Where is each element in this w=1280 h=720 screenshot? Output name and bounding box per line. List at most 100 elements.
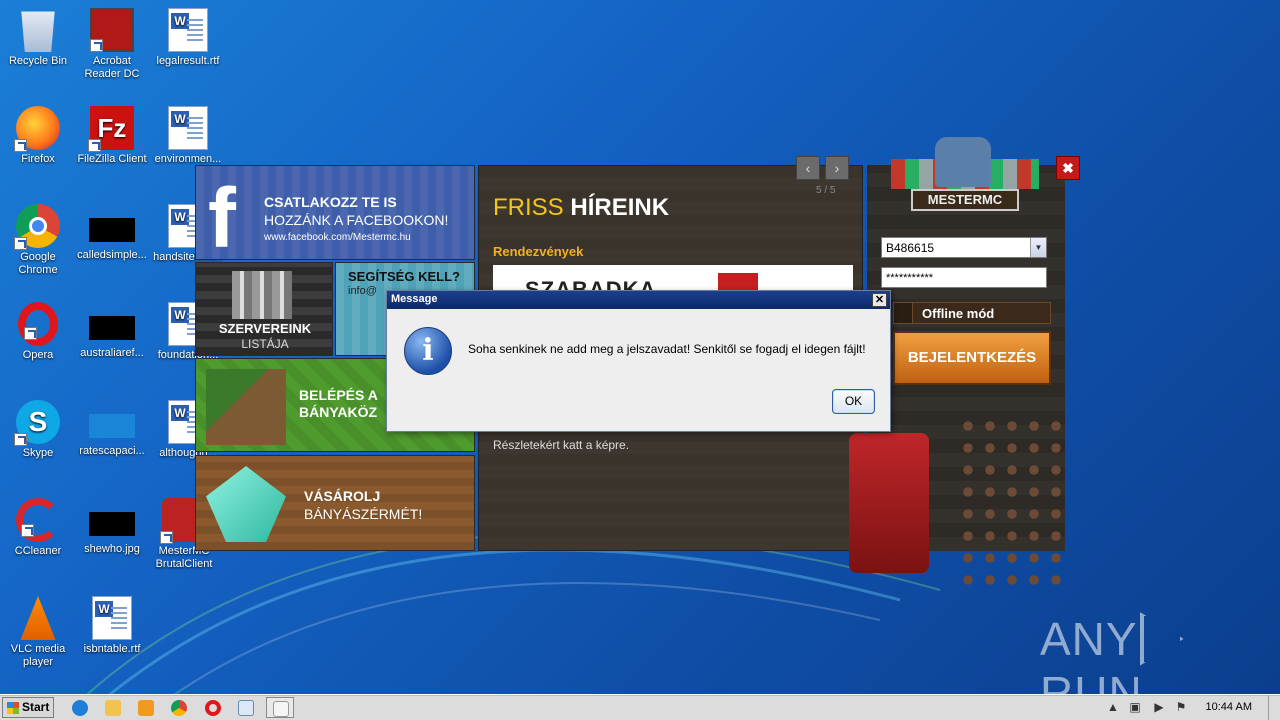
- show-desktop-button[interactable]: [1268, 695, 1280, 720]
- servers-tile-subtitle: LISTÁJA: [241, 337, 289, 351]
- windows-logo-icon: [7, 702, 19, 714]
- clock[interactable]: 10:44 AM: [1206, 701, 1252, 713]
- news-title: FRISS HÍREINK: [493, 194, 670, 221]
- acrobat-icon: [90, 8, 134, 52]
- chevron-right-icon[interactable]: ›: [825, 156, 849, 180]
- news-page-counter: 5 / 5: [816, 185, 836, 196]
- media-player-icon: [138, 700, 154, 716]
- desktop-icon-recycle-bin[interactable]: Recycle Bin: [0, 8, 76, 68]
- character-artwork: [849, 433, 929, 573]
- desktop-icon-filezilla[interactable]: Fz FileZilla Client: [74, 106, 150, 166]
- news-body-text: Részletekért katt a képre.: [493, 438, 630, 452]
- notepad-icon: [238, 700, 254, 716]
- dialog-title: Message: [391, 293, 438, 305]
- facebook-tile-title: CSATLAKOZZ TE IS: [264, 194, 397, 210]
- desktop-icon-isbntable[interactable]: W isbntable.rtf: [74, 596, 150, 656]
- login-panel: MESTERMC B486615 ▼ *********** Offline m…: [849, 137, 1067, 585]
- desktop-icon-ccleaner[interactable]: CCleaner: [0, 498, 76, 558]
- join-tile-title: BELÉPÉS A: [299, 387, 378, 403]
- opera-icon: [205, 700, 221, 716]
- image-thumbnail-icon: [89, 512, 135, 536]
- taskbar-notepad[interactable]: [232, 697, 260, 718]
- skype-icon: S: [14, 400, 60, 446]
- java-icon: [273, 701, 289, 717]
- dialog-message: Soha senkinek ne add meg a jelszavadat! …: [468, 342, 866, 356]
- desktop-icon-firefox[interactable]: Firefox: [0, 106, 76, 166]
- taskbar-internet-explorer[interactable]: [66, 697, 94, 718]
- taskbar-explorer[interactable]: [99, 697, 127, 718]
- chevron-up-icon[interactable]: ▲: [1106, 700, 1120, 714]
- volume-icon[interactable]: ▶: [1152, 700, 1166, 714]
- taskbar: Start ▲ ▣ ▶ ⚑ 10:44 AM: [0, 694, 1280, 720]
- chevron-left-icon[interactable]: ‹: [796, 156, 820, 180]
- close-icon[interactable]: ✖: [1056, 156, 1080, 180]
- file-thumbnail-icon: [89, 414, 135, 438]
- login-button[interactable]: BEJELENTKEZÉS: [893, 331, 1051, 385]
- word-document-icon: W: [168, 106, 208, 150]
- firefox-icon: [14, 106, 60, 152]
- username-select[interactable]: B486615 ▼: [881, 237, 1047, 258]
- servers-tile-title: SZERVEREINK: [218, 321, 312, 336]
- action-center-flag-icon[interactable]: ⚑: [1174, 700, 1188, 714]
- internet-explorer-icon: [72, 700, 88, 716]
- taskbar-chrome[interactable]: [165, 697, 193, 718]
- play-icon: [1139, 611, 1184, 666]
- anyrun-watermark: ANYRUN: [1040, 611, 1240, 719]
- news-category: Rendezvények: [493, 244, 584, 259]
- desktop-icon-shewho[interactable]: shewho.jpg: [74, 498, 150, 556]
- join-tile-subtitle: BÁNYAKÖZ: [299, 404, 378, 420]
- recycle-bin-icon: [21, 11, 55, 52]
- password-field[interactable]: ***********: [881, 267, 1047, 288]
- file-thumbnail-icon: [89, 316, 135, 340]
- system-tray: ▲ ▣ ▶ ⚑ 10:44 AM: [1102, 695, 1280, 720]
- facebook-icon: f: [208, 171, 236, 260]
- server-rack-icon: [232, 271, 292, 319]
- word-document-icon: W: [92, 596, 132, 640]
- folder-icon: [105, 700, 121, 716]
- desktop-icon-opera[interactable]: Opera: [0, 302, 76, 362]
- help-tile-email: info@: [348, 285, 377, 297]
- info-icon: i: [404, 327, 452, 375]
- offline-mode-toggle[interactable]: Offline mód: [893, 302, 1051, 324]
- taskbar-media-player[interactable]: [132, 697, 160, 718]
- desktop-icon-calledsimple[interactable]: calledsimple...: [74, 204, 150, 262]
- ok-button[interactable]: OK: [832, 389, 875, 414]
- facebook-tile-subtitle: HOZZÁNK A FACEBOOKON!: [264, 212, 449, 228]
- desktop-icon-vlc[interactable]: VLC media player: [0, 596, 76, 669]
- servers-tile[interactable]: SZERVEREINK LISTÁJA: [195, 262, 333, 356]
- desktop-icon-environment[interactable]: W environmen...: [150, 106, 226, 166]
- taskbar-java-app[interactable]: [266, 697, 294, 718]
- opera-icon: [18, 302, 58, 346]
- word-document-icon: W: [168, 8, 208, 52]
- dialog-titlebar[interactable]: Message ✕: [387, 291, 890, 309]
- help-tile-title: SEGÍTSÉG KELL?: [348, 269, 460, 284]
- shop-tile-title: VÁSÁROLJ: [304, 488, 381, 504]
- desktop-icon-australiaref[interactable]: australiaref...: [74, 302, 150, 360]
- file-thumbnail-icon: [89, 218, 135, 242]
- desktop-icon-skype[interactable]: S Skype: [0, 400, 76, 460]
- decorative-cubes: [957, 415, 1067, 585]
- chevron-down-icon[interactable]: ▼: [1030, 238, 1046, 257]
- shop-tile[interactable]: VÁSÁROLJ BÁNYÁSZÉRMÉT!: [195, 455, 475, 551]
- close-icon[interactable]: ✕: [872, 293, 887, 307]
- desktop-icon-acrobat[interactable]: Acrobat Reader DC: [74, 8, 150, 81]
- desktop-icon-ratescapaci[interactable]: ratescapaci...: [74, 400, 150, 458]
- chrome-icon: [171, 700, 187, 716]
- pickaxe-icon: [206, 369, 286, 445]
- ccleaner-icon: [16, 498, 60, 542]
- mestermc-logo: MESTERMC: [891, 137, 1039, 215]
- emerald-icon: [206, 466, 286, 542]
- desktop-icon-chrome[interactable]: Google Chrome: [0, 204, 76, 277]
- facebook-tile-url: www.facebook.com/Mestermc.hu: [264, 232, 411, 243]
- filezilla-icon: Fz: [88, 106, 134, 152]
- facebook-tile[interactable]: f CSATLAKOZZ TE IS HOZZÁNK A FACEBOOKON!…: [195, 165, 475, 260]
- desktop-icon-legalresult[interactable]: W legalresult.rtf: [150, 8, 226, 68]
- shop-tile-subtitle: BÁNYÁSZÉRMÉT!: [304, 506, 423, 522]
- chrome-icon: [14, 204, 60, 250]
- vlc-icon: [20, 596, 56, 640]
- message-dialog: Message ✕ i Soha senkinek ne add meg a j…: [386, 290, 891, 432]
- offline-checkbox[interactable]: [893, 302, 913, 324]
- taskbar-opera[interactable]: [199, 697, 227, 718]
- network-icon[interactable]: ▣: [1128, 700, 1142, 714]
- start-button[interactable]: Start: [2, 697, 54, 718]
